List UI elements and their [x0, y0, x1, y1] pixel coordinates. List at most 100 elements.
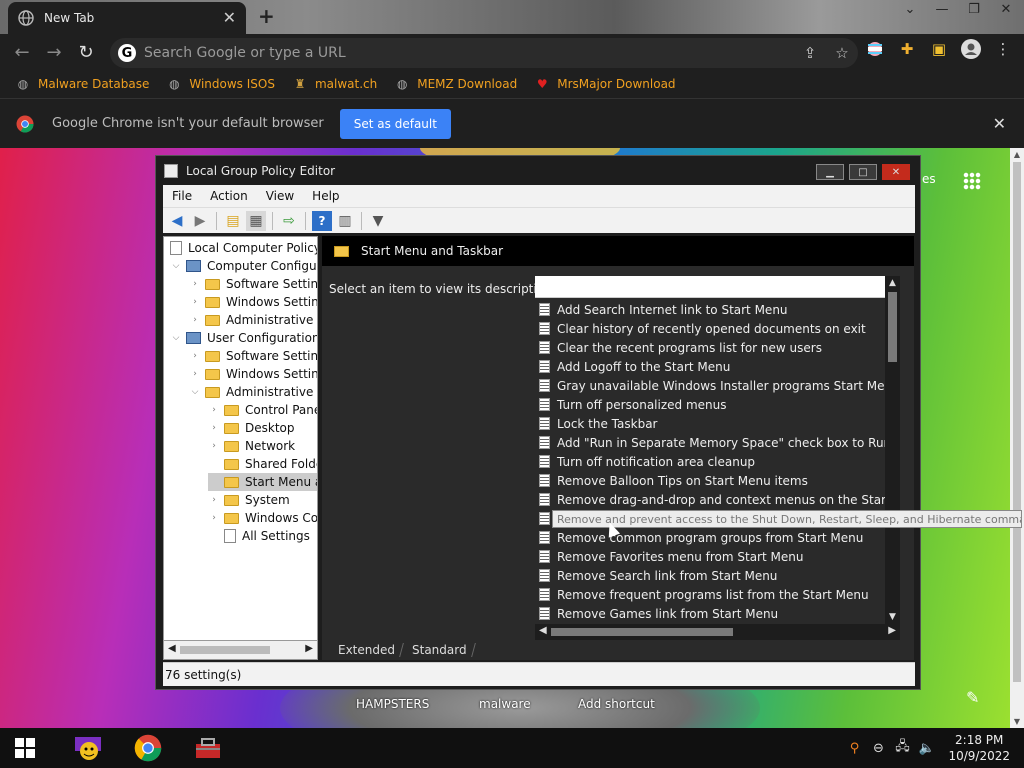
- profile-avatar-icon[interactable]: [960, 38, 982, 60]
- chevron-right-icon[interactable]: ›: [189, 279, 201, 289]
- gpe-close-button[interactable]: ✕: [882, 164, 910, 180]
- chevron-right-icon[interactable]: ›: [208, 441, 220, 451]
- bookmark-malware-database[interactable]: ◍ Malware Database: [16, 77, 150, 91]
- chrome-app-icon[interactable]: [132, 732, 164, 764]
- volume-icon[interactable]: 🔈: [918, 741, 934, 756]
- bookmark-memz-download[interactable]: ◍ MEMZ Download: [395, 77, 517, 91]
- close-tab-icon[interactable]: ✕: [223, 10, 236, 26]
- tray-icon[interactable]: ⊖: [870, 741, 886, 756]
- policy-setting-row[interactable]: Remove Search link from Start Menu: [539, 566, 885, 585]
- menu-view[interactable]: View: [257, 189, 303, 203]
- shortcut-hampsters[interactable]: HAMPSTERS: [356, 697, 429, 711]
- tree-item[interactable]: ⌵ Administrative Te: [189, 383, 317, 401]
- policy-setting-row[interactable]: Add Search Internet link to Start Menu: [539, 300, 885, 319]
- apps-grid-icon[interactable]: [963, 172, 981, 190]
- reload-button[interactable]: ↻: [70, 36, 102, 68]
- settings-horizontal-scrollbar[interactable]: ◀ ▶: [535, 624, 900, 640]
- tree-item[interactable]: › Software Settings: [189, 275, 317, 293]
- gpe-titlebar[interactable]: Local Group Policy Editor: [156, 156, 920, 186]
- scrollbar-thumb[interactable]: [888, 292, 897, 362]
- gpe-minimize-button[interactable]: ▁: [816, 164, 844, 180]
- tree-item[interactable]: Shared Folder: [208, 455, 317, 473]
- scrollbar-thumb[interactable]: [1013, 162, 1021, 682]
- close-icon[interactable]: ✕: [993, 114, 1006, 133]
- properties-icon[interactable]: ▥: [335, 211, 355, 231]
- scrollbar-thumb[interactable]: [180, 646, 270, 654]
- set-as-default-button[interactable]: Set as default: [339, 108, 451, 139]
- policy-setting-row[interactable]: Turn off personalized menus: [539, 395, 885, 414]
- restore-button[interactable]: ❐: [964, 2, 984, 17]
- toolbox-app-icon[interactable]: [192, 732, 224, 764]
- tree-item[interactable]: › Administrative Te: [189, 311, 317, 329]
- scrollbar-thumb[interactable]: [551, 628, 733, 636]
- bookmark-mrsmajor-download[interactable]: ♥ MrsMajor Download: [535, 77, 676, 91]
- policy-setting-row[interactable]: Remove Games link from Start Menu: [539, 604, 885, 623]
- puzzle-extension-icon[interactable]: ✚: [896, 38, 918, 60]
- menu-file[interactable]: File: [163, 189, 201, 203]
- page-scrollbar[interactable]: ▲ ▼: [1010, 148, 1024, 728]
- network-icon[interactable]: 🖧: [894, 737, 910, 759]
- filter-icon[interactable]: ▼: [368, 211, 388, 231]
- show-hide-tree-icon[interactable]: ▦: [246, 210, 266, 231]
- tab-new-tab[interactable]: New Tab ✕: [8, 2, 246, 34]
- tree-item[interactable]: ⌵ Computer Configura: [170, 257, 317, 275]
- menu-help[interactable]: Help: [303, 189, 348, 203]
- tab-extended[interactable]: Extended: [330, 643, 404, 657]
- bonzi-app-icon[interactable]: [72, 732, 104, 764]
- star-icon[interactable]: ☆: [826, 44, 858, 62]
- menu-action[interactable]: Action: [201, 189, 257, 203]
- chevron-down-icon[interactable]: ⌵: [170, 333, 182, 343]
- scroll-down-arrow-icon[interactable]: ▼: [1010, 717, 1024, 726]
- new-tab-button[interactable]: +: [258, 6, 275, 26]
- export-list-icon[interactable]: ⇨: [279, 211, 299, 231]
- chevron-right-icon[interactable]: ›: [189, 297, 201, 307]
- forward-arrow-icon[interactable]: ▶: [190, 211, 210, 231]
- policy-setting-row[interactable]: Remove drag-and-drop and context menus o…: [539, 490, 885, 509]
- scroll-left-arrow-icon[interactable]: ◀: [539, 625, 547, 636]
- policy-setting-row[interactable]: Add Logoff to the Start Menu: [539, 357, 885, 376]
- back-arrow-icon[interactable]: ◀: [167, 211, 187, 231]
- scroll-up-arrow-icon[interactable]: ▲: [885, 278, 900, 288]
- chevron-right-icon[interactable]: ›: [189, 351, 201, 361]
- tree-item[interactable]: Local Computer Policy: [170, 239, 317, 257]
- tree-item[interactable]: › Windows Setting: [189, 365, 317, 383]
- chevron-down-icon[interactable]: ⌵: [170, 261, 182, 271]
- add-shortcut-button[interactable]: Add shortcut: [578, 697, 655, 711]
- help-icon[interactable]: ?: [312, 210, 332, 231]
- close-window-button[interactable]: ✕: [996, 2, 1016, 17]
- tree-item[interactable]: › Network: [208, 437, 295, 455]
- page-partial-text[interactable]: es: [922, 172, 936, 186]
- minimize-button[interactable]: —: [932, 2, 952, 17]
- policy-setting-row[interactable]: Turn off notification area cleanup: [539, 452, 885, 471]
- scroll-left-arrow-icon[interactable]: ◀: [168, 643, 176, 654]
- tree-item[interactable]: › System: [208, 491, 290, 509]
- chevron-right-icon[interactable]: ›: [208, 495, 220, 505]
- back-button[interactable]: ←: [6, 36, 38, 68]
- policy-setting-row[interactable]: Clear the recent programs list for new u…: [539, 338, 885, 357]
- chevron-right-icon[interactable]: ›: [208, 405, 220, 415]
- tree-item[interactable]: › Desktop: [208, 419, 294, 437]
- policy-setting-row[interactable]: Remove frequent programs list from the S…: [539, 585, 885, 604]
- omnibox[interactable]: G Search Google or type a URL ⇪ ☆: [110, 38, 858, 68]
- customize-pencil-icon[interactable]: ✎: [966, 688, 979, 707]
- chevron-down-icon[interactable]: ⌄: [900, 2, 920, 17]
- flag-extension-icon[interactable]: [864, 38, 886, 60]
- tree-item[interactable]: All Settings: [208, 527, 310, 545]
- policy-setting-row[interactable]: Remove Balloon Tips on Start Menu items: [539, 471, 885, 490]
- tree-item[interactable]: › Windows Setting: [189, 293, 317, 311]
- policy-setting-row[interactable]: Gray unavailable Windows Installer progr…: [539, 376, 885, 395]
- tree-item[interactable]: Start Menu ar: [208, 473, 317, 491]
- tree-item[interactable]: › Software Settings: [189, 347, 317, 365]
- bookmark-malwatch[interactable]: ♜ malwat.ch: [293, 77, 378, 91]
- chevron-down-icon[interactable]: ⌵: [189, 387, 201, 397]
- scroll-up-arrow-icon[interactable]: ▲: [1010, 150, 1024, 159]
- more-menu-icon[interactable]: ⋮: [992, 38, 1014, 60]
- tree-item[interactable]: › Windows Cor: [208, 509, 317, 527]
- tree-item[interactable]: ⌵ User Configuration: [170, 329, 317, 347]
- forward-button[interactable]: →: [38, 36, 70, 68]
- chevron-right-icon[interactable]: ›: [208, 423, 220, 433]
- settings-list-header[interactable]: [535, 276, 886, 298]
- side-panel-icon[interactable]: ▣: [928, 38, 950, 60]
- tree-item[interactable]: › Control Panel: [208, 401, 317, 419]
- policy-setting-row[interactable]: Lock the Taskbar: [539, 414, 885, 433]
